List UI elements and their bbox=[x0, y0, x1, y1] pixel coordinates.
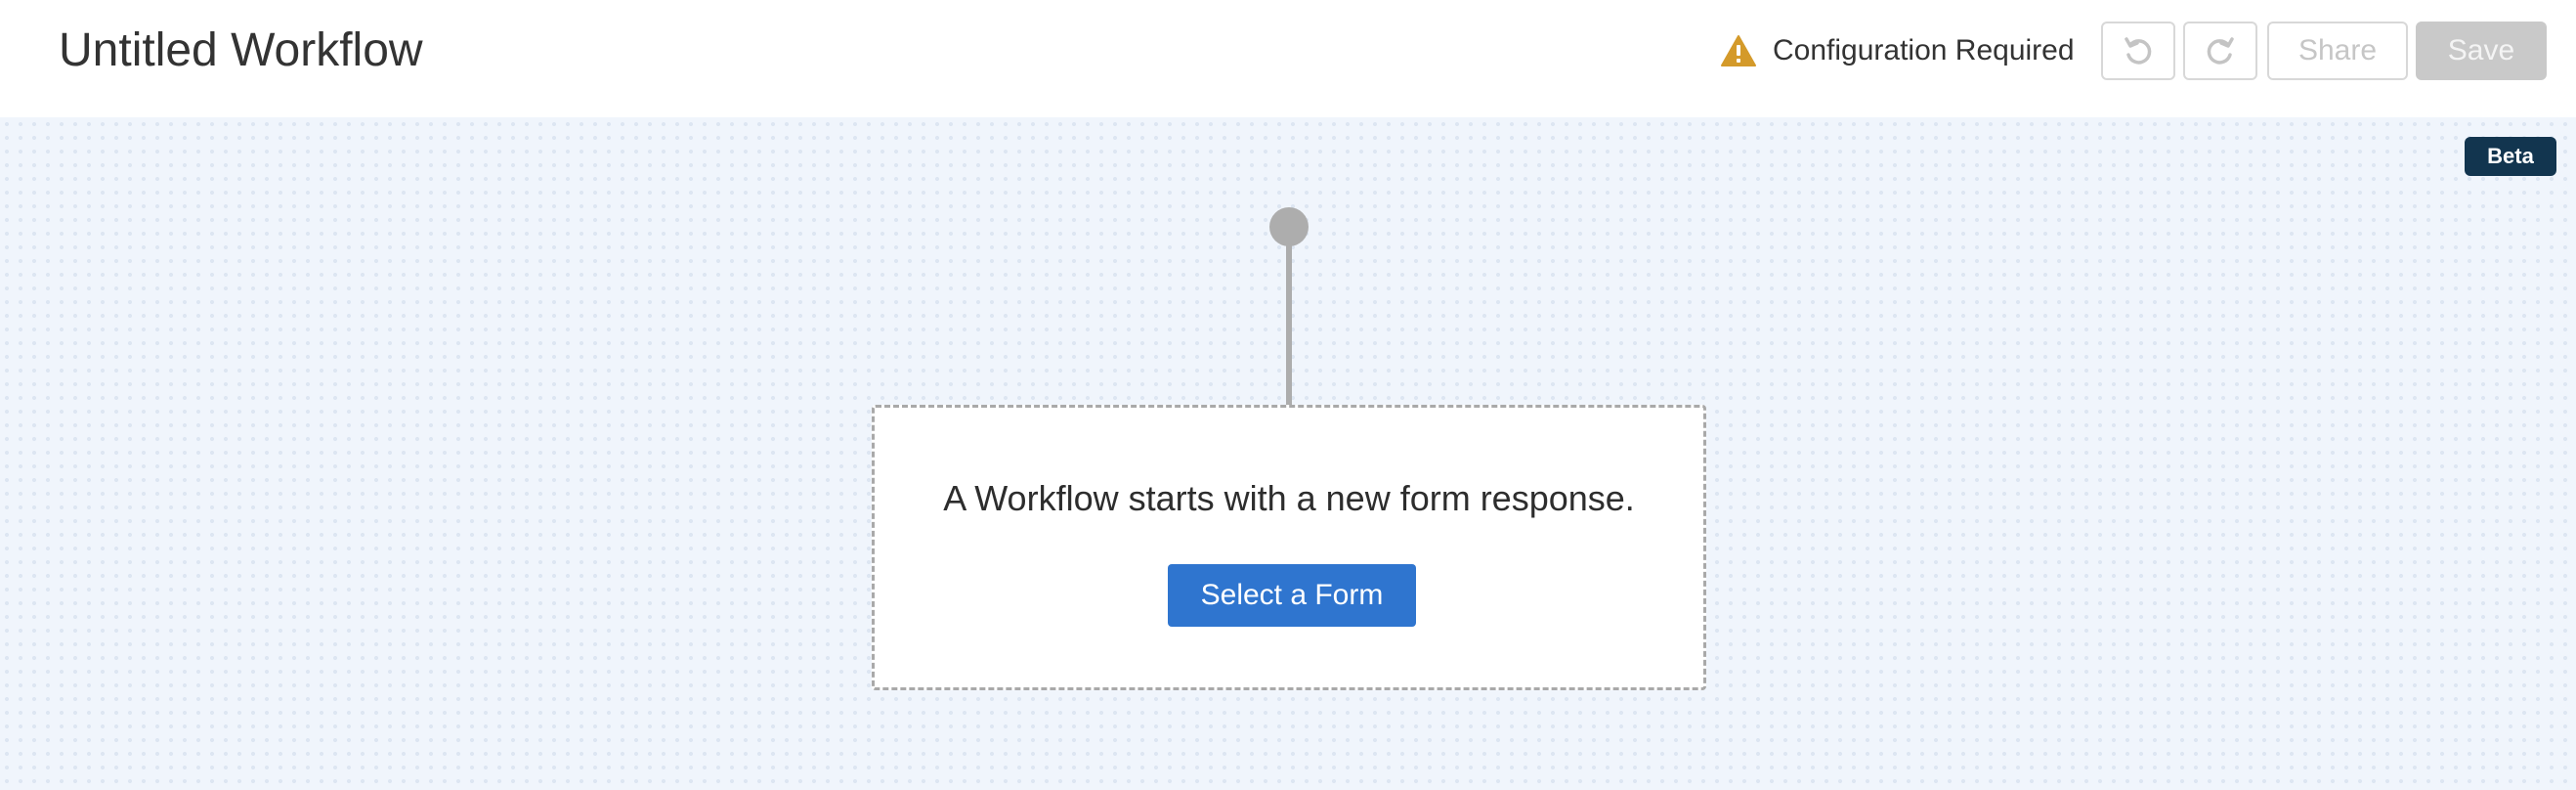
beta-badge: Beta bbox=[2465, 137, 2556, 176]
start-node bbox=[1269, 207, 1309, 246]
node-connector bbox=[1286, 242, 1292, 407]
workflow-canvas[interactable]: Beta A Workflow starts with a new form r… bbox=[0, 117, 2576, 790]
select-form-button[interactable]: Select a Form bbox=[1168, 564, 1416, 627]
redo-button[interactable] bbox=[2183, 22, 2257, 80]
page-title: Untitled Workflow bbox=[59, 24, 423, 76]
trigger-description: A Workflow starts with a new form respon… bbox=[943, 478, 1635, 518]
undo-icon bbox=[2125, 37, 2152, 65]
warning-triangle-icon bbox=[1721, 35, 1756, 66]
undo-button[interactable] bbox=[2101, 22, 2175, 80]
workflow-editor: Untitled Workflow Configuration Required… bbox=[0, 0, 2576, 790]
configuration-status-text: Configuration Required bbox=[1773, 34, 2075, 66]
redo-icon bbox=[2207, 37, 2234, 65]
header-bar: Untitled Workflow Configuration Required… bbox=[0, 0, 2576, 117]
share-button[interactable]: Share bbox=[2267, 22, 2408, 80]
configuration-status: Configuration Required bbox=[1720, 29, 2075, 72]
save-button[interactable]: Save bbox=[2416, 22, 2547, 80]
trigger-card: A Workflow starts with a new form respon… bbox=[872, 405, 1706, 690]
